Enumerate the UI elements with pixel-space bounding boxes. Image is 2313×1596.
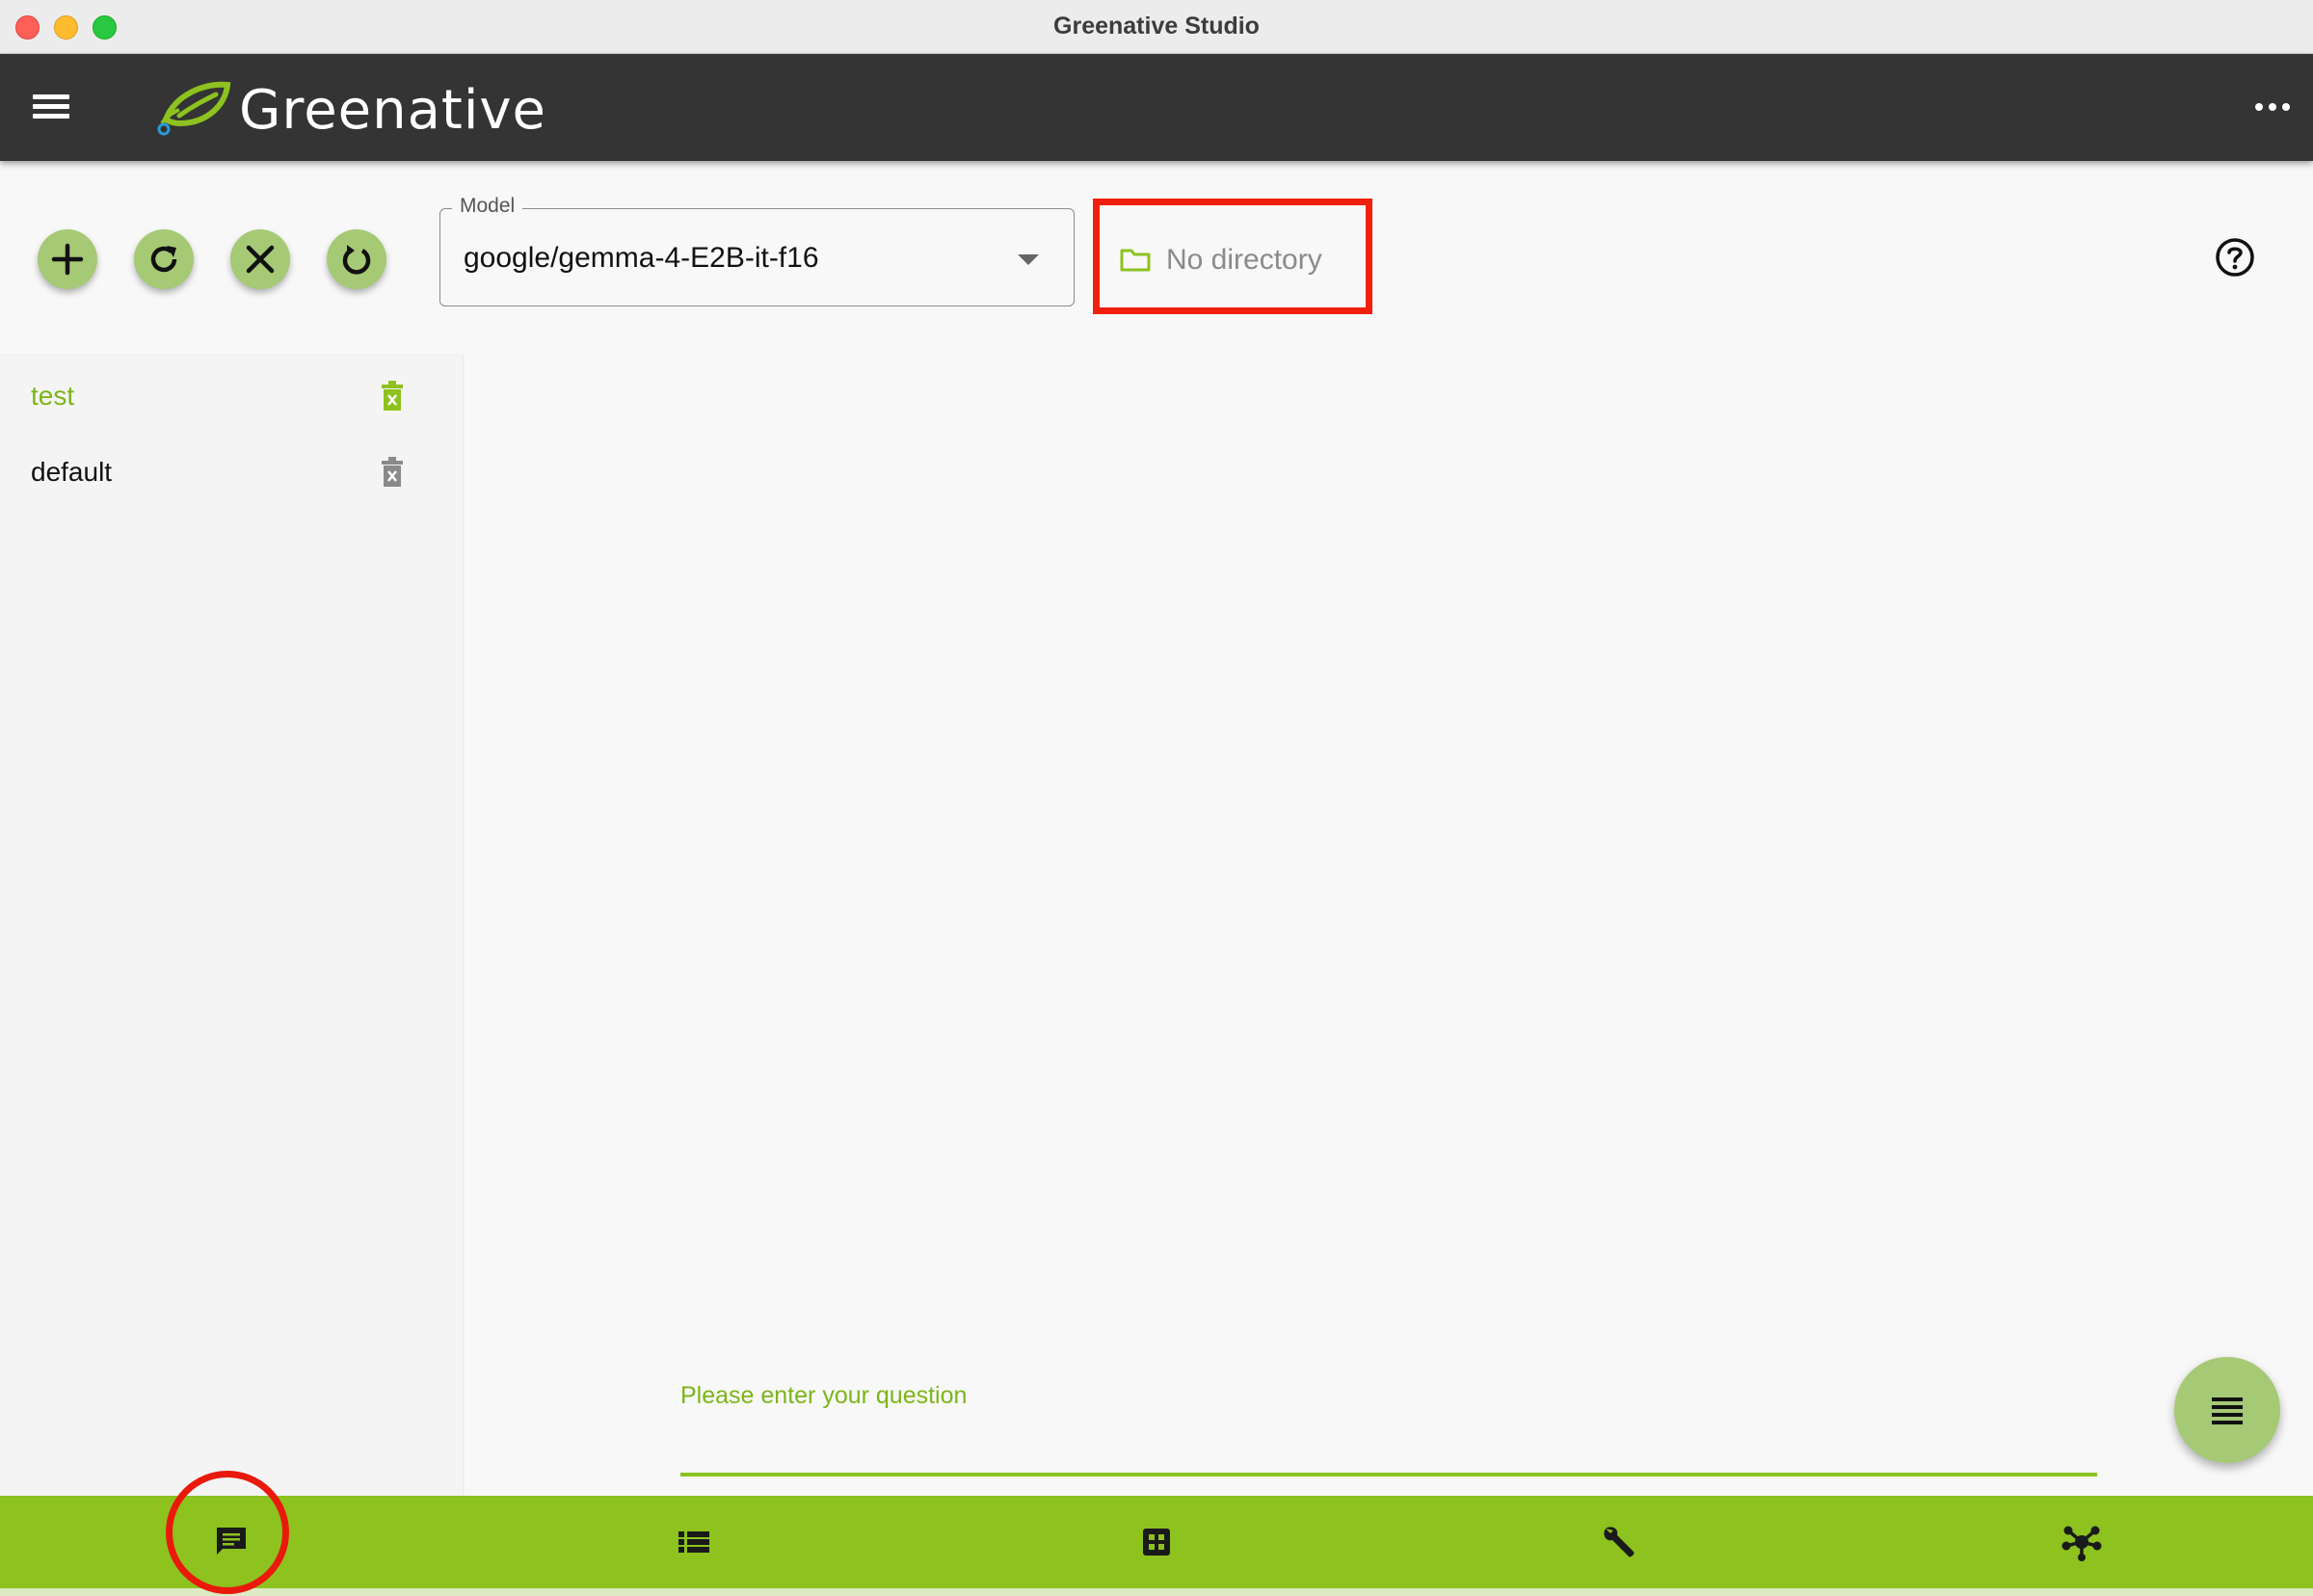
nav-tools[interactable]: [1590, 1515, 1648, 1569]
session-item-default[interactable]: default: [0, 436, 463, 509]
directory-label: No directory: [1166, 244, 1322, 276]
window-title: Greenative Studio: [1053, 13, 1260, 40]
question-input-underline: [680, 1473, 2097, 1476]
list-lines-icon: [2212, 1397, 2243, 1424]
refresh-icon: [150, 246, 177, 273]
close-icon: [246, 245, 275, 274]
chevron-down-icon: [1018, 254, 1039, 265]
help-circle-icon[interactable]: [2215, 237, 2255, 278]
window-titlebar: Greenative Studio: [0, 0, 2313, 54]
bottom-navigation: [0, 1496, 2313, 1588]
hamburger-menu-icon[interactable]: [33, 93, 71, 121]
model-label: Model: [452, 195, 523, 218]
chat-nav-highlight-circle: [166, 1471, 289, 1594]
session-sidebar: test default: [0, 355, 463, 1496]
session-label: default: [31, 457, 113, 487]
brand-name: Greenative: [239, 79, 547, 142]
grid-icon: [1143, 1529, 1170, 1556]
restart-icon: [342, 245, 371, 275]
model-select[interactable]: Model google/gemma-4-E2B-it-f16: [439, 195, 1075, 306]
list-icon: [678, 1531, 709, 1553]
delete-icon[interactable]: [380, 381, 405, 412]
folder-icon: [1120, 249, 1151, 272]
session-item-test[interactable]: test: [0, 359, 463, 433]
model-value: google/gemma-4-E2B-it-f16: [464, 242, 819, 274]
add-icon: [51, 243, 84, 276]
app-bar: Greenative: [0, 54, 2313, 161]
refresh-button[interactable]: [134, 229, 194, 289]
session-label: test: [31, 381, 75, 411]
restart-button[interactable]: [327, 229, 386, 289]
bottom-strip: [0, 1588, 2313, 1596]
more-horizontal-icon[interactable]: [2255, 98, 2294, 118]
wrench-icon: [1604, 1527, 1635, 1557]
nav-list[interactable]: [665, 1515, 723, 1569]
delete-icon[interactable]: [380, 457, 405, 488]
message-list-button[interactable]: [2174, 1357, 2280, 1463]
nav-grid[interactable]: [1128, 1515, 1185, 1569]
question-input[interactable]: Please enter your question: [680, 1382, 967, 1410]
directory-button[interactable]: No directory: [1120, 231, 1322, 289]
greenative-logo: [157, 81, 231, 136]
nav-network[interactable]: [2053, 1515, 2111, 1569]
network-hub-icon: [2061, 1526, 2102, 1561]
stop-button[interactable]: [230, 229, 290, 289]
add-button[interactable]: [38, 229, 97, 289]
